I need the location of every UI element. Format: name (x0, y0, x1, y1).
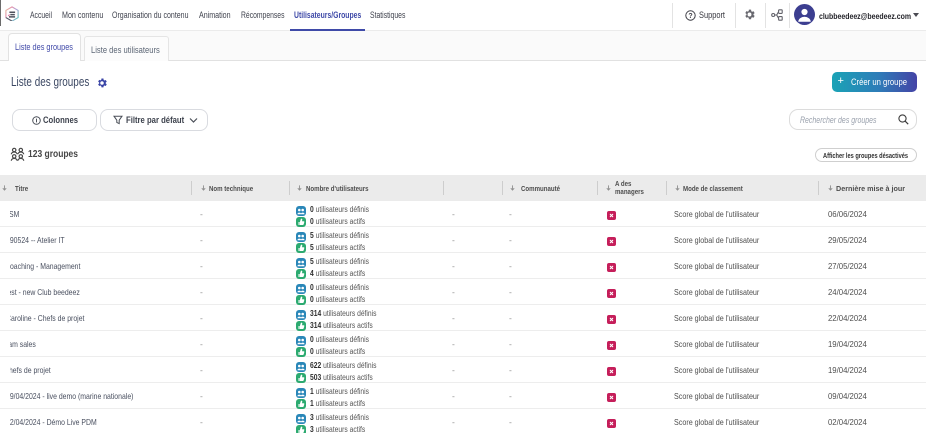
svg-text:?: ? (688, 13, 692, 20)
